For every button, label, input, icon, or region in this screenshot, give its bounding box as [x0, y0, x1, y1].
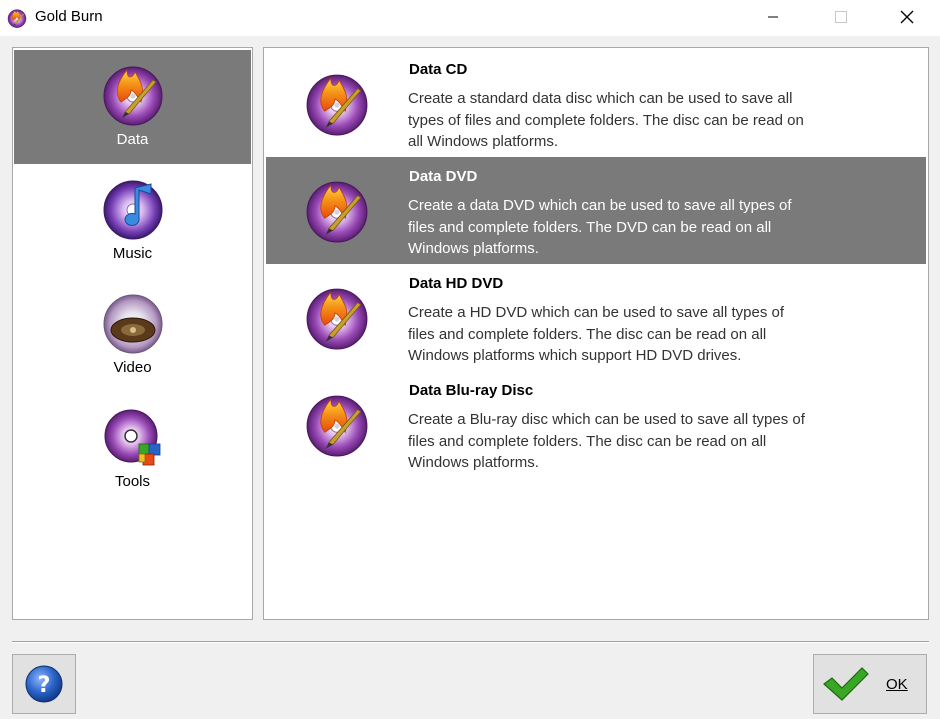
music-disc-icon [103, 180, 162, 240]
option-title: Data DVD [409, 168, 478, 185]
option-description: Create a data DVD which can be used to s… [408, 197, 792, 257]
option-title: Data Blu-ray Disc [409, 382, 534, 399]
nav-item-tools[interactable]: Tools [14, 392, 251, 506]
data-disc-icon [304, 70, 370, 136]
nav-item-label: Music [112, 245, 153, 262]
option-data-blu-ray[interactable]: Data Blu-ray Disc Create a Blu-ray disc … [266, 371, 926, 478]
tools-disc-icon [104, 409, 160, 466]
ok-label: OK [886, 675, 908, 693]
data-disc-icon [304, 177, 370, 243]
checkmark-icon [823, 667, 869, 701]
svg-text:?: ? [38, 673, 51, 698]
category-nav: Data Music Video Tools [12, 47, 253, 620]
maximize-button[interactable] [818, 0, 864, 34]
option-description: Create a HD DVD which can be used to sav… [408, 304, 785, 364]
nav-item-video[interactable]: Video [14, 278, 251, 392]
nav-item-data[interactable]: Data [14, 50, 251, 164]
window-title: Gold Burn [35, 8, 103, 25]
option-title: Data HD DVD [409, 275, 504, 292]
option-data-hd-dvd[interactable]: Data HD DVD Create a HD DVD which can be… [266, 264, 926, 371]
maximize-icon [835, 11, 847, 23]
option-list: Data CD Create a standard data disc whic… [263, 47, 929, 620]
option-description: Create a Blu-ray disc which can be used … [408, 411, 805, 471]
data-disc-icon [304, 391, 370, 457]
ok-button[interactable]: OK [813, 654, 927, 714]
nav-item-label: Data [116, 131, 149, 148]
option-data-cd[interactable]: Data CD Create a standard data disc whic… [266, 50, 926, 157]
close-button[interactable] [884, 0, 930, 34]
option-description: Create a standard data disc which can be… [408, 90, 804, 150]
help-icon: ? [25, 665, 63, 703]
data-disc-icon [101, 62, 165, 126]
nav-item-label: Video [113, 359, 152, 376]
footer-separator [12, 641, 929, 643]
help-button[interactable]: ? [12, 654, 76, 714]
data-disc-icon [304, 284, 370, 350]
nav-item-label: Tools [114, 473, 151, 490]
title-bar: Gold Burn [0, 0, 940, 36]
minimize-icon [768, 16, 778, 18]
video-disc-icon [103, 294, 162, 354]
close-icon [900, 10, 914, 24]
option-title: Data CD [409, 61, 468, 78]
app-icon [7, 8, 27, 28]
minimize-button[interactable] [750, 0, 796, 34]
nav-item-music[interactable]: Music [14, 164, 251, 278]
option-data-dvd[interactable]: Data DVD Create a data DVD which can be … [266, 157, 926, 264]
